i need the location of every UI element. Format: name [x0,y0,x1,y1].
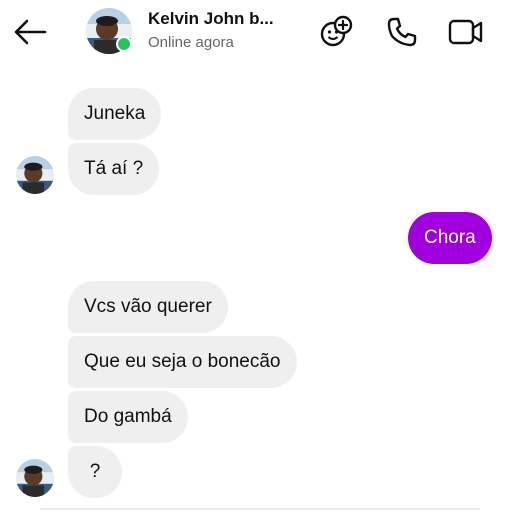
effects-icon [320,15,353,47]
back-button[interactable] [12,14,48,50]
phone-icon [387,17,417,47]
contact-status: Online agora [148,34,234,51]
contact-avatar[interactable] [86,8,132,54]
video-call-button[interactable] [446,12,486,52]
incoming-message[interactable]: Vcs vão querer [68,281,228,333]
incoming-message[interactable]: Tá aí ? [68,143,160,195]
incoming-message[interactable]: ? [68,446,122,498]
incoming-message[interactable]: Juneka [68,88,162,140]
contact-name[interactable]: Kelvin John b... [148,9,274,29]
outgoing-message[interactable]: Chora [408,212,492,264]
incoming-message[interactable]: Que eu seja o bonecão [68,336,297,388]
sender-avatar[interactable] [16,459,54,497]
arrow-left-icon [14,19,47,45]
chat-header: Kelvin John b... Online agora [0,0,512,66]
composer-divider [40,508,480,510]
chat-screen: Kelvin John b... Online agora Juneka Tá … [0,0,512,512]
effects-button[interactable] [316,12,356,52]
video-camera-icon [448,19,483,45]
call-button[interactable] [382,12,422,52]
online-status-dot [116,36,132,52]
incoming-message[interactable]: Do gambá [68,391,188,443]
sender-avatar[interactable] [16,156,54,194]
